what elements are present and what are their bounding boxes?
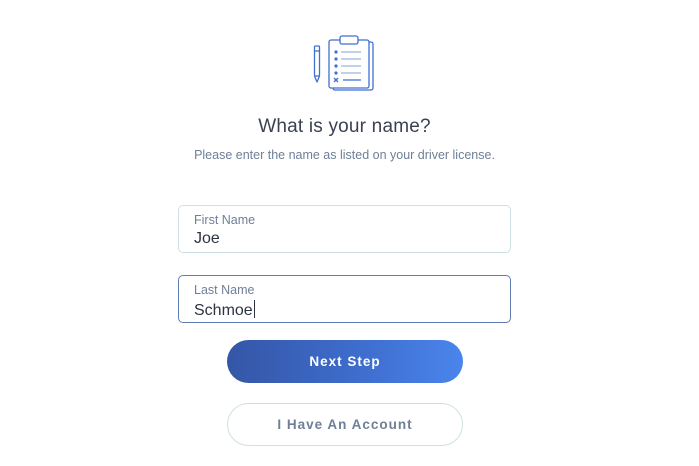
clipboard-checklist-icon [313, 35, 374, 91]
page-subtitle: Please enter the name as listed on your … [194, 148, 495, 162]
first-name-input[interactable]: Joe [194, 230, 220, 248]
last-name-label: Last Name [194, 283, 255, 297]
have-account-button[interactable]: I Have An Account [227, 403, 463, 446]
first-name-label: First Name [194, 213, 256, 227]
last-name-input[interactable]: Schmoe [194, 300, 255, 320]
next-step-button[interactable]: Next Step [227, 340, 463, 383]
last-name-field[interactable]: Last Name Schmoe [178, 275, 511, 323]
name-step-page: What is your name? Please enter the name… [0, 0, 699, 466]
last-name-value: Schmoe [194, 302, 253, 319]
text-caret [253, 300, 255, 318]
first-name-field[interactable]: First Name Joe [178, 205, 511, 253]
page-title: What is your name? [258, 116, 431, 137]
